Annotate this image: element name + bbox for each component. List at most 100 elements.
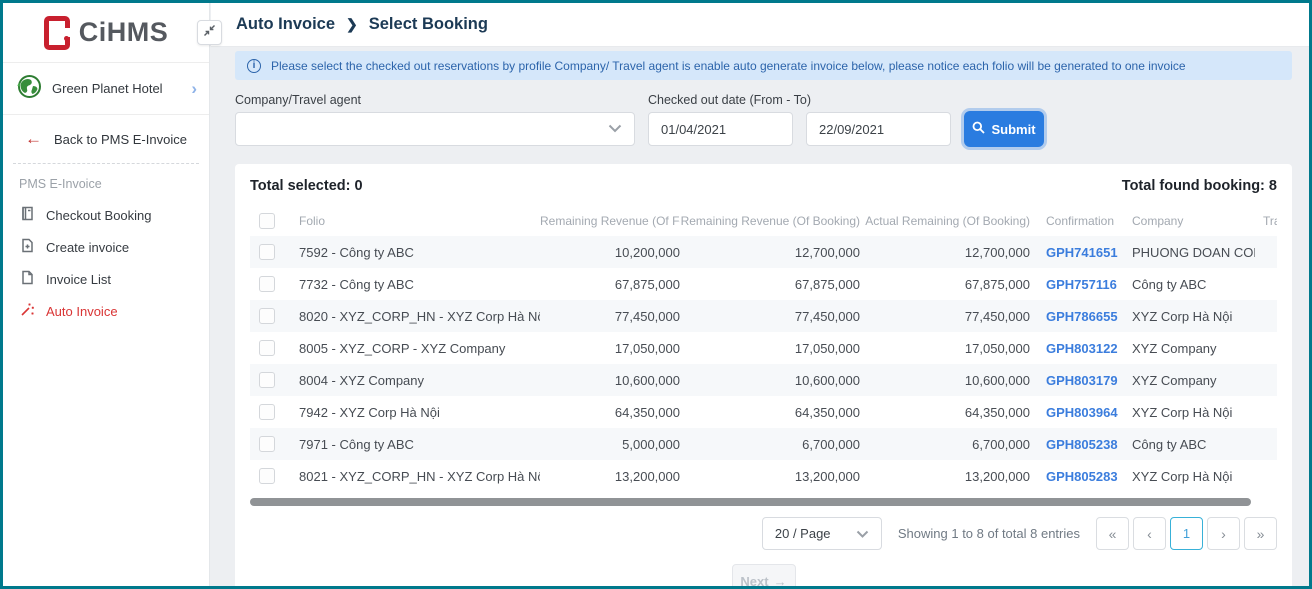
row-checkbox[interactable] bbox=[259, 436, 275, 452]
confirmation-cell: GPH803179 bbox=[1030, 373, 1130, 388]
remaining-folio-cell: 10,600,000 bbox=[540, 373, 680, 388]
breadcrumb-current: Select Booking bbox=[369, 15, 488, 34]
brand-logo: CiHMS bbox=[3, 3, 209, 63]
actual-remaining-cell: 64,350,000 bbox=[860, 405, 1030, 420]
table-row: 7732 - Công ty ABC67,875,00067,875,00067… bbox=[250, 268, 1277, 300]
remaining-folio-cell: 64,350,000 bbox=[540, 405, 680, 420]
row-select-cell bbox=[250, 276, 290, 292]
confirmation-link[interactable]: GPH803964 bbox=[1046, 405, 1118, 420]
folio-cell: 8005 - XYZ_CORP - XYZ Company bbox=[290, 341, 540, 356]
table-row: 7592 - Công ty ABC10,200,00012,700,00012… bbox=[250, 236, 1277, 268]
hotel-selector[interactable]: Green Planet Hotel › bbox=[3, 63, 209, 115]
row-select-cell bbox=[250, 308, 290, 324]
confirmation-cell: GPH741651 bbox=[1030, 245, 1130, 260]
actual-remaining-cell: 12,700,000 bbox=[860, 245, 1030, 260]
sidebar-item-checkout-booking[interactable]: Checkout Booking bbox=[3, 199, 209, 231]
results-card: Total selected: 0 Total found booking: 8… bbox=[235, 164, 1292, 586]
sidebar-item-auto-invoice[interactable]: Auto Invoice bbox=[3, 295, 209, 327]
last-page-button[interactable]: » bbox=[1244, 517, 1277, 550]
submit-button[interactable]: Submit bbox=[964, 111, 1044, 147]
row-select-cell bbox=[250, 436, 290, 452]
submit-label: Submit bbox=[991, 122, 1035, 137]
select-all-checkbox[interactable] bbox=[259, 213, 275, 229]
company-cell: XYZ Corp Hà Nội bbox=[1130, 405, 1255, 420]
remaining-booking-cell: 64,350,000 bbox=[680, 405, 860, 420]
breadcrumb-parent[interactable]: Auto Invoice bbox=[236, 15, 335, 34]
booking-table: FolioRemaining Revenue (Of Folio)Remaini… bbox=[250, 206, 1277, 492]
back-link-label: Back to PMS E-Invoice bbox=[54, 132, 187, 147]
main-area: Auto Invoice ❯ Select Booking i Please s… bbox=[211, 3, 1309, 586]
confirmation-link[interactable]: GPH741651 bbox=[1046, 245, 1118, 260]
company-filter-label: Company/Travel agent bbox=[235, 93, 635, 107]
horizontal-scrollbar bbox=[250, 498, 1277, 506]
folio-cell: 7971 - Công ty ABC bbox=[290, 437, 540, 452]
row-checkbox[interactable] bbox=[259, 244, 275, 260]
table-row: 7942 - XYZ Corp Hà Nội64,350,00064,350,0… bbox=[250, 396, 1277, 428]
table-row: 8004 - XYZ Company10,600,00010,600,00010… bbox=[250, 364, 1277, 396]
prev-page-button[interactable]: ‹ bbox=[1133, 517, 1166, 550]
confirmation-link[interactable]: GPH805283 bbox=[1046, 469, 1118, 484]
row-select-cell bbox=[250, 404, 290, 420]
row-checkbox[interactable] bbox=[259, 276, 275, 292]
table-header-row: FolioRemaining Revenue (Of Folio)Remaini… bbox=[250, 206, 1277, 236]
folio-cell: 7942 - XYZ Corp Hà Nội bbox=[290, 405, 540, 420]
page-1-button[interactable]: 1 bbox=[1170, 517, 1203, 550]
row-checkbox[interactable] bbox=[259, 468, 275, 484]
sidebar-item-invoice-list[interactable]: Invoice List bbox=[3, 263, 209, 295]
remaining-folio-cell: 77,450,000 bbox=[540, 309, 680, 324]
date-range-label: Checked out date (From - To) bbox=[648, 93, 951, 107]
app-window: CiHMS Green Planet Hotel › ← Back to PMS… bbox=[0, 0, 1312, 589]
confirmation-cell: GPH803964 bbox=[1030, 405, 1130, 420]
column-header: Remaining Revenue (Of Booking) bbox=[680, 214, 860, 228]
table-row: 8021 - XYZ_CORP_HN - XYZ Corp Hà Nội13,2… bbox=[250, 460, 1277, 492]
table-row: 8020 - XYZ_CORP_HN - XYZ Corp Hà Nội77,4… bbox=[250, 300, 1277, 332]
column-header: Travel agent bbox=[1255, 214, 1277, 228]
pagination-summary: Showing 1 to 8 of total 8 entries bbox=[898, 526, 1080, 541]
next-page-button[interactable]: › bbox=[1207, 517, 1240, 550]
table-row: 8005 - XYZ_CORP - XYZ Company17,050,0001… bbox=[250, 332, 1277, 364]
row-checkbox[interactable] bbox=[259, 340, 275, 356]
confirmation-cell: GPH786655 bbox=[1030, 309, 1130, 324]
confirmation-link[interactable]: GPH803122 bbox=[1046, 341, 1118, 356]
actual-remaining-cell: 6,700,000 bbox=[860, 437, 1030, 452]
company-select[interactable] bbox=[235, 112, 635, 146]
search-icon bbox=[972, 121, 985, 137]
remaining-booking-cell: 10,600,000 bbox=[680, 373, 860, 388]
folio-cell: 7592 - Công ty ABC bbox=[290, 245, 540, 260]
column-header: Remaining Revenue (Of Folio) bbox=[540, 214, 680, 228]
remaining-folio-cell: 13,200,000 bbox=[540, 469, 680, 484]
confirmation-link[interactable]: GPH757116 bbox=[1046, 277, 1117, 292]
remaining-booking-cell: 6,700,000 bbox=[680, 437, 860, 452]
sidebar-collapse-button[interactable] bbox=[197, 20, 222, 45]
scrollbar-thumb[interactable] bbox=[250, 498, 1251, 506]
invoice-list-icon bbox=[20, 270, 35, 288]
total-found: Total found booking: 8 bbox=[1122, 178, 1277, 194]
confirmation-link[interactable]: GPH805238 bbox=[1046, 437, 1118, 452]
remaining-folio-cell: 10,200,000 bbox=[540, 245, 680, 260]
breadcrumb-chevron-icon: ❯ bbox=[346, 16, 358, 33]
row-checkbox[interactable] bbox=[259, 372, 275, 388]
remaining-booking-cell: 17,050,000 bbox=[680, 341, 860, 356]
row-checkbox[interactable] bbox=[259, 404, 275, 420]
column-header: Actual Remaining (Of Booking) bbox=[860, 214, 1030, 228]
company-cell: PHUONG DOAN CORP bbox=[1130, 245, 1255, 260]
arrow-left-icon: ← bbox=[25, 129, 42, 149]
row-select-cell bbox=[250, 244, 290, 260]
confirmation-link[interactable]: GPH786655 bbox=[1046, 309, 1118, 324]
row-checkbox[interactable] bbox=[259, 308, 275, 324]
page-size-select[interactable]: 20 / Page bbox=[762, 517, 882, 550]
folio-cell: 8004 - XYZ Company bbox=[290, 373, 540, 388]
confirmation-link[interactable]: GPH803179 bbox=[1046, 373, 1118, 388]
folio-cell: 8021 - XYZ_CORP_HN - XYZ Corp Hà Nội bbox=[290, 469, 540, 484]
remaining-folio-cell: 5,000,000 bbox=[540, 437, 680, 452]
first-page-button[interactable]: « bbox=[1096, 517, 1129, 550]
date-to-input[interactable]: 22/09/2021 bbox=[806, 112, 951, 146]
remaining-booking-cell: 12,700,000 bbox=[680, 245, 860, 260]
next-step-button[interactable]: Next → bbox=[732, 564, 796, 586]
info-banner: i Please select the checked out reservat… bbox=[235, 51, 1292, 80]
create-invoice-icon bbox=[20, 238, 35, 256]
sidebar-item-create-invoice[interactable]: Create invoice bbox=[3, 231, 209, 263]
date-from-input[interactable]: 01/04/2021 bbox=[648, 112, 793, 146]
company-cell: XYZ Company bbox=[1130, 373, 1255, 388]
back-to-pms-link[interactable]: ← Back to PMS E-Invoice bbox=[3, 115, 209, 163]
